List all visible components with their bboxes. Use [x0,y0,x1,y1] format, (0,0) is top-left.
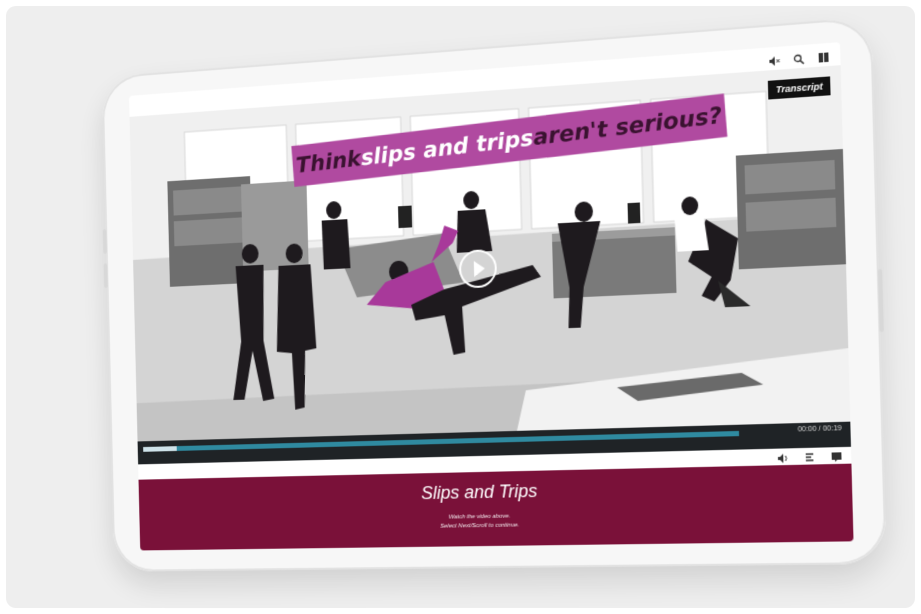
fullscreen-icon[interactable] [830,449,842,462]
background-stage: Think slips and trips aren't serious? Tr… [6,6,915,608]
tablet-side-button [102,229,107,254]
time-display: 00:00 / 00:19 [797,425,842,434]
slide-caption-panel: Slips and Trips Watch the video above. S… [138,463,854,551]
mute-icon[interactable] [768,52,780,66]
tablet-screen: Think slips and trips aren't serious? Tr… [129,42,854,551]
captions-icon[interactable] [803,449,815,461]
menu-icon[interactable] [817,49,829,63]
tablet-side-button [103,263,108,289]
slide-title: Slips and Trips [420,480,538,504]
headline-text-part1: Think [295,146,362,179]
search-icon[interactable] [793,51,805,63]
volume-icon[interactable] [777,450,789,463]
slide-instructions: Watch the video above. Select Next/Scrol… [139,507,853,536]
progress-fill [143,446,177,452]
tablet-power-button [877,268,884,333]
tablet-device: Think slips and trips aren't serious? Tr… [101,16,887,572]
video-player[interactable]: Think slips and trips aren't serious? Tr… [129,65,851,442]
